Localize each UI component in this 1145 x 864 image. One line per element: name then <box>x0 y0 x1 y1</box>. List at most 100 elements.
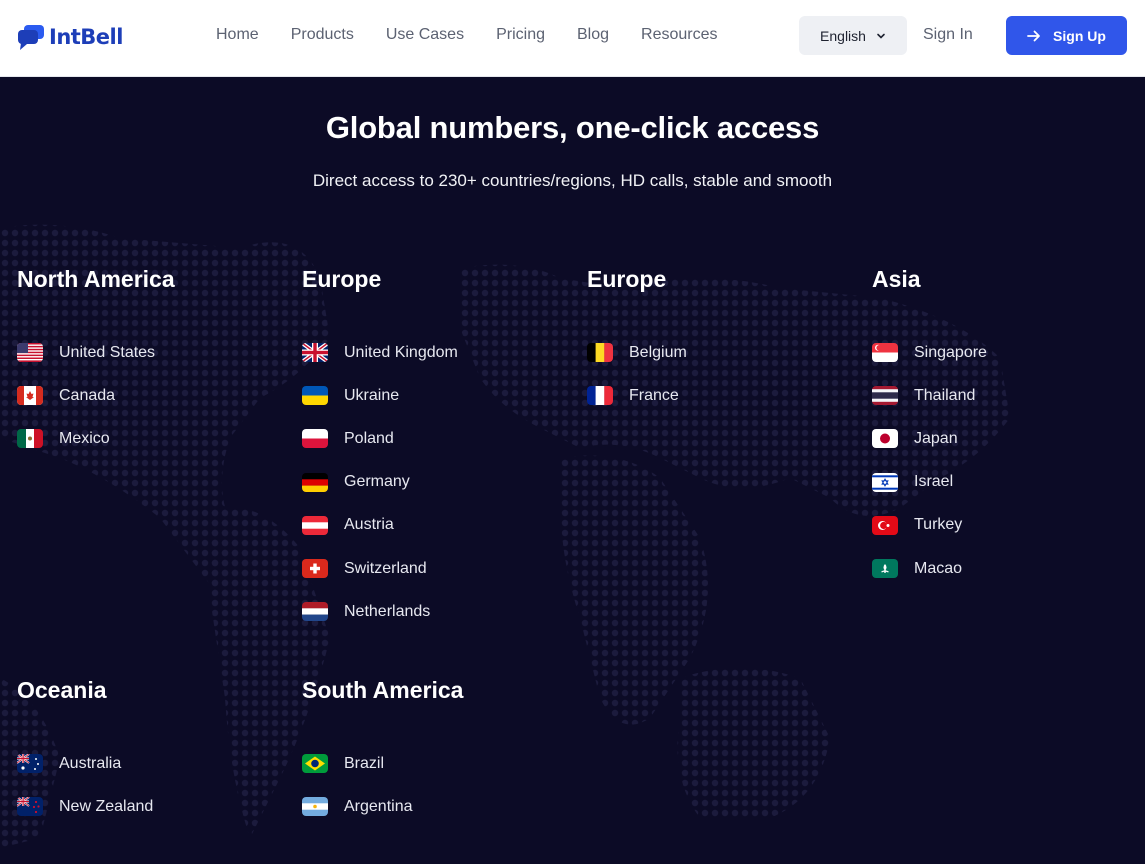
austria-flag-icon <box>302 515 328 535</box>
thailand-flag-icon <box>872 386 898 406</box>
country-item-netherlands[interactable]: Netherlands <box>302 590 458 633</box>
language-label: English <box>820 27 866 44</box>
country-name: Germany <box>344 473 410 491</box>
country-name: Australia <box>59 754 122 772</box>
country-item-australia[interactable]: Australia <box>17 742 153 785</box>
turkey-flag-icon <box>872 515 898 535</box>
country-item-singapore[interactable]: Singapore <box>872 331 987 374</box>
netherlands-flag-icon <box>302 602 328 622</box>
country-name: Canada <box>59 386 116 404</box>
country-item-germany[interactable]: Germany <box>302 461 458 504</box>
hero-title: Global numbers, one-click access <box>325 110 820 145</box>
new-zealand-flag-icon <box>17 797 43 817</box>
singapore-flag-icon <box>872 343 898 363</box>
country-list: Belgium France <box>587 331 687 417</box>
brand-logo[interactable]: IntBell <box>17 22 123 52</box>
brand-name: IntBell <box>49 25 123 49</box>
canada-flag-icon <box>17 386 43 406</box>
country-item-brazil[interactable]: Brazil <box>302 742 413 785</box>
region-title: Asia <box>872 266 921 292</box>
belgium-flag-icon <box>587 343 613 363</box>
country-item-belgium[interactable]: Belgium <box>587 331 687 374</box>
region-north-america: North America United States Canada Mexic… <box>17 265 287 449</box>
country-item-argentina[interactable]: Argentina <box>302 785 413 828</box>
country-name: France <box>629 386 679 404</box>
country-name: United States <box>59 343 156 361</box>
nav-resources[interactable]: Resources <box>641 25 717 45</box>
country-name: Thailand <box>914 386 976 404</box>
country-list: United States Canada Mexico <box>17 331 155 461</box>
country-name: Turkey <box>914 516 963 534</box>
germany-flag-icon <box>302 472 328 492</box>
region-title: Europe <box>587 266 667 292</box>
ukraine-flag-icon <box>302 386 328 406</box>
uk-flag-icon <box>302 343 328 363</box>
country-item-thailand[interactable]: Thailand <box>872 374 987 417</box>
sign-up-button[interactable]: Sign Up <box>1006 16 1127 55</box>
region-oceania: Oceania Australia New Zealand <box>17 676 287 817</box>
country-list: Australia New Zealand <box>17 742 153 828</box>
macao-flag-icon <box>872 559 898 579</box>
country-item-macao[interactable]: Macao <box>872 547 987 590</box>
poland-flag-icon <box>302 429 328 449</box>
australia-flag-icon <box>17 754 43 774</box>
region-title: Europe <box>302 266 382 292</box>
country-name: Argentina <box>344 797 413 815</box>
country-list: United Kingdom Ukraine Poland Germany Au… <box>302 331 458 633</box>
country-name: Brazil <box>344 754 385 772</box>
nav-pricing[interactable]: Pricing <box>496 25 545 45</box>
region-title: North America <box>17 266 175 292</box>
country-item-austria[interactable]: Austria <box>302 504 458 547</box>
brazil-flag-icon <box>302 754 328 774</box>
country-name: Macao <box>914 559 963 577</box>
argentina-flag-icon <box>302 797 328 817</box>
sign-in-link[interactable]: Sign In <box>923 25 973 45</box>
country-item-new-zealand[interactable]: New Zealand <box>17 785 153 828</box>
country-item-turkey[interactable]: Turkey <box>872 504 987 547</box>
country-item-ukraine[interactable]: Ukraine <box>302 374 458 417</box>
country-list: Brazil Argentina <box>302 742 413 828</box>
country-name: Poland <box>344 429 394 447</box>
nav-home[interactable]: Home <box>216 25 259 45</box>
nav-blog[interactable]: Blog <box>577 25 609 45</box>
region-title: South America <box>302 677 464 703</box>
country-item-japan[interactable]: Japan <box>872 417 987 460</box>
country-item-switzerland[interactable]: Switzerland <box>302 547 458 590</box>
country-name: Japan <box>914 429 958 447</box>
arrow-right-icon <box>1027 30 1040 41</box>
country-name: Singapore <box>914 343 987 361</box>
country-name: Israel <box>914 473 954 491</box>
country-item-poland[interactable]: Poland <box>302 417 458 460</box>
top-nav-bar: IntBell Home Products Use Cases Pricing … <box>0 0 1145 77</box>
chevron-down-icon <box>877 33 885 39</box>
main-nav: Home Products Use Cases Pricing Blog Res… <box>216 25 718 45</box>
japan-flag-icon <box>872 429 898 449</box>
country-name: New Zealand <box>59 797 154 815</box>
region-south-america: South America Brazil Argentina <box>302 676 572 817</box>
country-name: Belgium <box>629 343 687 361</box>
chat-bubble-logo-icon <box>17 23 47 51</box>
france-flag-icon <box>587 386 613 406</box>
israel-flag-icon <box>872 472 898 492</box>
us-flag-icon <box>17 343 43 363</box>
region-europe-2: Europe Belgium France <box>587 265 857 406</box>
nav-products[interactable]: Products <box>291 25 354 45</box>
country-name: Mexico <box>59 429 110 447</box>
country-name: Ukraine <box>344 386 400 404</box>
country-name: Austria <box>344 516 394 534</box>
country-name: Switzerland <box>344 559 427 577</box>
country-item-mexico[interactable]: Mexico <box>17 417 155 460</box>
country-item-united-kingdom[interactable]: United Kingdom <box>302 331 458 374</box>
country-item-canada[interactable]: Canada <box>17 374 155 417</box>
country-item-france[interactable]: France <box>587 374 687 417</box>
language-selector[interactable]: English <box>799 16 907 55</box>
region-europe: Europe United Kingdom Ukraine Poland Ger… <box>302 265 572 622</box>
country-item-israel[interactable]: Israel <box>872 461 987 504</box>
nav-use-cases[interactable]: Use Cases <box>386 25 464 45</box>
hero-subtitle: Direct access to 230+ countries/regions,… <box>312 171 833 190</box>
region-title: Oceania <box>17 677 107 703</box>
country-item-united-states[interactable]: United States <box>17 331 155 374</box>
country-name: United Kingdom <box>344 343 458 361</box>
sign-up-label: Sign Up <box>1053 27 1106 44</box>
region-asia: Asia Singapore Thailand Japan Israel Tur… <box>872 265 1142 579</box>
